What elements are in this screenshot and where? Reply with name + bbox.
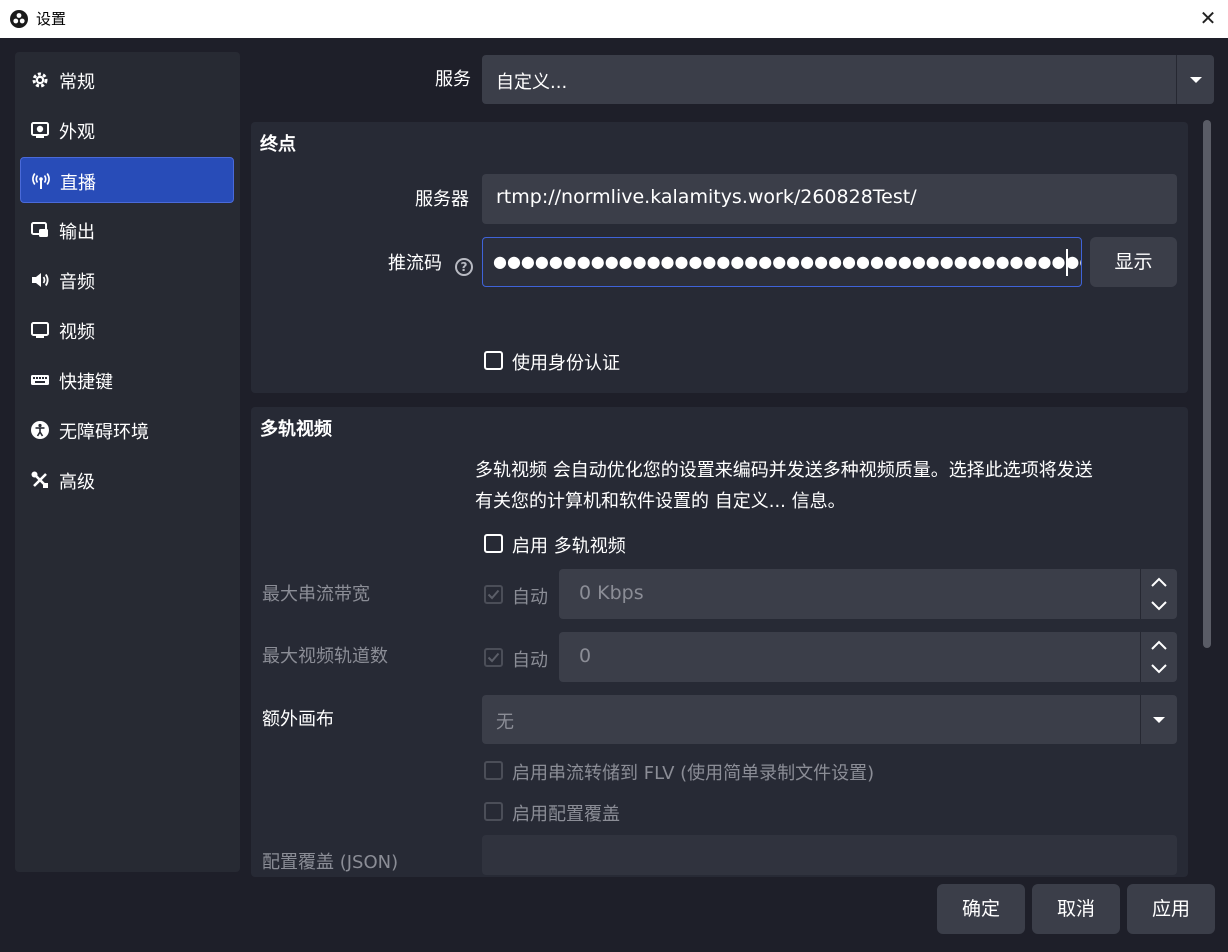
sidebar-item-label: 音频 <box>59 272 95 293</box>
monitor-icon <box>30 320 50 340</box>
max-bitrate-auto-label: 自动 <box>512 587 548 608</box>
window-title: 设置 <box>36 10 67 28</box>
sidebar-item-general[interactable]: 常规 <box>20 57 234 103</box>
service-label: 服务 <box>435 69 471 90</box>
appearance-icon <box>30 120 50 140</box>
server-value: rtmp://normlive.kalamitys.work/260828Tes… <box>496 186 917 208</box>
auth-checkbox[interactable] <box>484 351 503 370</box>
spin-arrows-icon <box>1151 640 1167 674</box>
sidebar-item-label: 常规 <box>59 72 95 93</box>
max-tracks-value: 0 <box>579 645 592 667</box>
max-bitrate-spinbox[interactable]: 0 Kbps <box>559 569 1177 619</box>
sidebar-item-audio[interactable]: 音频 <box>20 257 234 303</box>
antenna-icon <box>31 171 51 191</box>
output-icon <box>30 220 50 240</box>
close-icon[interactable]: ✕ <box>1196 6 1220 30</box>
auth-label: 使用身份认证 <box>512 353 620 374</box>
extra-canvas-select[interactable]: 无 <box>482 695 1177 744</box>
obs-logo-icon <box>10 10 28 28</box>
flv-dump-label: 启用串流转储到 FLV (使用简单录制文件设置) <box>512 763 875 784</box>
help-icon[interactable]: ? <box>455 258 473 276</box>
max-tracks-auto-checkbox[interactable] <box>484 648 503 667</box>
scrollbar[interactable] <box>1203 120 1211 648</box>
enable-multitrack-label: 启用 多轨视频 <box>512 536 626 557</box>
sidebar-item-label: 外观 <box>59 122 95 143</box>
multitrack-description-line: 多轨视频 会自动优化您的设置来编码并发送多种视频质量。选择此选项将发送 <box>475 460 1093 481</box>
extra-canvas-label: 额外画布 <box>262 709 334 730</box>
sidebar-item-hotkeys[interactable]: 快捷键 <box>20 357 234 403</box>
max-bitrate-label: 最大串流带宽 <box>262 584 370 605</box>
text-caret <box>1066 249 1068 276</box>
sidebar-item-video[interactable]: 视频 <box>20 307 234 353</box>
config-override-json-field[interactable] <box>482 835 1177 875</box>
max-tracks-label: 最大视频轨道数 <box>262 646 388 667</box>
sidebar-item-label: 无障碍环境 <box>59 422 149 443</box>
settings-sidebar: 常规 外观 直播 输出 音频 视频 快捷键 无障碍环境 高级 <box>15 52 240 872</box>
window-titlebar: 设置 ✕ <box>0 0 1228 38</box>
spin-arrows-icon <box>1151 577 1167 611</box>
enable-multitrack-checkbox[interactable] <box>484 534 503 553</box>
service-value: 自定义... <box>496 72 568 93</box>
sidebar-item-label: 输出 <box>59 222 95 243</box>
gear-icon <box>30 70 50 90</box>
apply-button[interactable]: 应用 <box>1127 884 1215 934</box>
sidebar-item-accessibility[interactable]: 无障碍环境 <box>20 407 234 453</box>
cancel-button[interactable]: 取消 <box>1032 884 1120 934</box>
sidebar-item-label: 直播 <box>60 173 96 194</box>
config-override-checkbox[interactable] <box>484 802 503 821</box>
extra-canvas-value: 无 <box>496 712 514 733</box>
service-select[interactable]: 自定义... <box>482 55 1214 104</box>
keyboard-icon <box>30 370 50 390</box>
tools-icon <box>30 470 50 490</box>
stream-key-label: 推流码 <box>388 253 442 274</box>
server-label: 服务器 <box>415 189 469 210</box>
chevron-down-icon[interactable] <box>1153 717 1165 723</box>
max-bitrate-auto-checkbox[interactable] <box>484 585 503 604</box>
multitrack-description-line: 有关您的计算机和软件设置的 自定义... 信息。 <box>475 491 846 512</box>
sidebar-item-appearance[interactable]: 外观 <box>20 107 234 153</box>
multitrack-description: 多轨视频 会自动优化您的设置来编码并发送多种视频质量。选择此选项将发送 有关您的… <box>475 455 1175 517</box>
sidebar-item-stream[interactable]: 直播 <box>20 157 234 203</box>
flv-dump-checkbox[interactable] <box>484 761 503 780</box>
stream-key-field[interactable]: ●●●●●●●●●●●●●●●●●●●●●●●●●●●●●●●●●●●●●●●●… <box>482 237 1082 287</box>
show-key-button[interactable]: 显示 <box>1090 237 1177 287</box>
config-override-label: 启用配置覆盖 <box>512 804 620 825</box>
sidebar-item-label: 高级 <box>59 472 95 493</box>
max-tracks-auto-label: 自动 <box>512 650 548 671</box>
sidebar-item-label: 视频 <box>59 322 95 343</box>
config-override-json-label: 配置覆盖 (JSON) <box>262 852 399 873</box>
ok-button[interactable]: 确定 <box>937 884 1025 934</box>
sidebar-item-advanced[interactable]: 高级 <box>20 457 234 503</box>
endpoint-group-title: 终点 <box>260 134 296 155</box>
max-tracks-spinbox[interactable]: 0 <box>559 632 1177 682</box>
multitrack-group-title: 多轨视频 <box>260 419 332 440</box>
speaker-icon <box>30 270 50 290</box>
server-field[interactable]: rtmp://normlive.kalamitys.work/260828Tes… <box>482 174 1177 224</box>
accessibility-icon <box>30 420 50 440</box>
max-bitrate-value: 0 Kbps <box>579 582 644 604</box>
sidebar-item-output[interactable]: 输出 <box>20 207 234 253</box>
chevron-down-icon[interactable] <box>1190 77 1202 83</box>
sidebar-item-label: 快捷键 <box>59 372 113 393</box>
stream-key-value: ●●●●●●●●●●●●●●●●●●●●●●●●●●●●●●●●●●●●●●●●… <box>493 252 1082 271</box>
